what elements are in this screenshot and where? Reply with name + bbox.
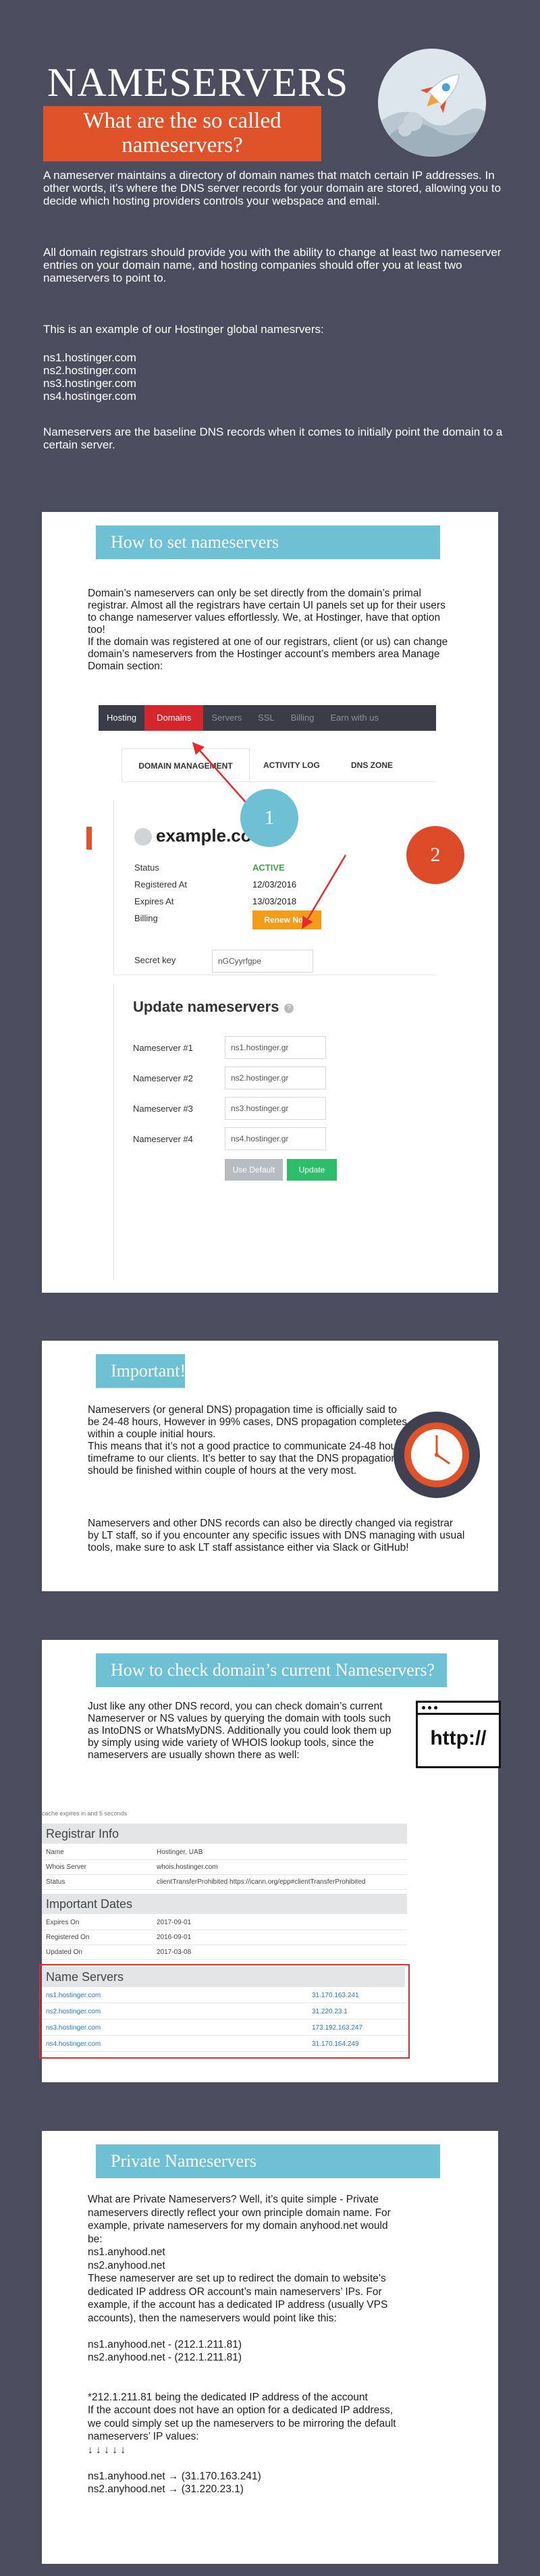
browser-url-text: http://: [430, 1727, 487, 1749]
registrar-note-paragraph: Nameservers and other DNS records can al…: [88, 1518, 465, 1553]
text-line: ns1.anyhood.net: [88, 2246, 165, 2258]
ns-item: ns4.hostinger.com: [43, 390, 136, 403]
text-line: These nameserver are set up to redirect …: [88, 2273, 386, 2284]
text-line: example, private nameservers for my doma…: [88, 2220, 388, 2232]
row-value: Hostinger, UAB: [157, 1849, 203, 1856]
row-label: Status: [46, 1878, 65, 1886]
important-dates-heading: Important Dates: [42, 1894, 407, 1914]
registrar-info-heading: Registrar Info: [42, 1824, 407, 1844]
ns-name-link[interactable]: ns4.hostinger.com: [46, 2037, 101, 2052]
whois-table: cache expires in and 5 seconds Registrar…: [39, 1810, 410, 2067]
ns-name-link[interactable]: ns2.hostinger.com: [46, 2005, 101, 2019]
text-line: *212.1.211.81 being the dedicated IP add…: [88, 2391, 368, 2403]
section-title: Private Nameservers: [96, 2144, 440, 2178]
ns-item: ns1.hostinger.com: [43, 351, 136, 364]
text-line: nameservers’ IP values:: [88, 2431, 199, 2442]
step-badge-2: 2: [406, 826, 464, 884]
text-line: [88, 2377, 479, 2391]
text-line: [88, 2325, 479, 2338]
row-label: Updated On: [46, 1949, 82, 1956]
baseline-paragraph: Nameservers are the baseline DNS records…: [43, 426, 503, 451]
text-line: [88, 2365, 479, 2378]
row-label: Expires On: [46, 1919, 80, 1926]
name-servers-heading: Name Servers: [42, 1967, 405, 1987]
registrar-paragraph: All domain registrars should provide you…: [43, 246, 502, 284]
text-line: ns2.anyhood.net → (31.220.23.1): [88, 2483, 244, 2495]
text-line: ns1.anyhood.net → (31.170.163.241): [88, 2470, 261, 2482]
rocket-icon: [378, 49, 486, 157]
browser-icon: http://: [416, 1701, 501, 1768]
set-nameservers-card: How to set nameservers Domain’s nameserv…: [42, 512, 498, 1293]
section-title: How to check domain’s current Nameserver…: [96, 1653, 447, 1687]
intro-paragraph: A nameserver maintains a directory of do…: [43, 169, 502, 207]
example-intro: This is an example of our Hostinger glob…: [43, 323, 324, 336]
row-value: 2017-09-01: [157, 1919, 192, 1926]
text-line: nameservers directly reflect your own pr…: [88, 2207, 391, 2219]
table-row: ns4.hostinger.com 31.170.164.249: [42, 2037, 407, 2052]
step-badge-1: 1: [240, 789, 298, 847]
hostinger-ns-list: ns1.hostinger.com ns2.hostinger.com ns3.…: [43, 351, 509, 403]
text-line: [88, 2456, 479, 2470]
text-line: What are Private Nameservers? Well, it’s…: [88, 2194, 379, 2205]
ns-item: ns3.hostinger.com: [43, 377, 136, 390]
row-value: 2017-03-08: [157, 1949, 192, 1956]
cache-note: cache expires in and 5 seconds: [42, 1810, 128, 1817]
row-value: clientTransferProhibited https://icann.o…: [157, 1878, 366, 1886]
important-card: Important! Nameservers (or general DNS) …: [42, 1341, 498, 1591]
text-line: If the account does not have an option f…: [88, 2404, 394, 2416]
table-row: ns2.hostinger.com 31.220.23.1: [42, 2005, 407, 2019]
ns-ip-link[interactable]: 31.220.23.1: [312, 2005, 348, 2019]
table-row: ns3.hostinger.com 173.192.163.247: [42, 2021, 407, 2036]
check-nameservers-card: How to check domain’s current Nameserver…: [39, 1640, 501, 2082]
check-paragraph: Just like any other DNS record, you can …: [88, 1701, 392, 1761]
row-value: 2016-09-01: [157, 1934, 192, 1941]
ns-ip-link[interactable]: 173.192.163.247: [312, 2021, 362, 2036]
ns-name-link[interactable]: ns1.hostinger.com: [46, 1988, 101, 2003]
text-line: ns2.anyhood.net: [88, 2259, 165, 2271]
ns-name-link[interactable]: ns3.hostinger.com: [46, 2021, 101, 2036]
table-row: Registered On 2016-09-01: [42, 1930, 407, 1945]
table-row: Expires On 2017-09-01: [42, 1915, 407, 1930]
hero-section: NAMESERVERS What are the so called names…: [0, 0, 540, 473]
ns-ip-link[interactable]: 31.170.164.249: [312, 2037, 359, 2052]
text-line: be:: [88, 2233, 103, 2245]
table-row: Whois Server whois.hostinger.com: [42, 1860, 407, 1875]
row-label: Name: [46, 1849, 64, 1856]
table-row: Name Hostinger, UAB: [42, 1845, 407, 1860]
text-line: ns2.anyhood.net - (212.1.211.81): [88, 2352, 242, 2363]
text-line: accounts), then the nameservers would po…: [88, 2312, 337, 2324]
row-label: Registered On: [46, 1934, 90, 1941]
section-title: Important!: [96, 1354, 186, 1388]
page-title: NAMESERVERS: [47, 60, 349, 105]
ns-item: ns2.hostinger.com: [43, 364, 136, 377]
table-row: ns1.hostinger.com 31.170.163.241: [42, 1988, 407, 2003]
text-line: example, if the account has a dedicated …: [88, 2299, 388, 2311]
page-subtitle: What are the so called nameservers?: [43, 106, 321, 161]
table-row: Updated On 2017-03-08: [42, 1945, 407, 1960]
text-line: ns1.anyhood.net - (212.1.211.81): [88, 2338, 242, 2350]
row-value: whois.hostinger.com: [157, 1863, 218, 1871]
text-line: we could simply set up the nameservers t…: [88, 2417, 396, 2429]
down-arrows: ↓ ↓ ↓ ↓ ↓: [88, 2444, 126, 2456]
ns-ip-link[interactable]: 31.170.163.241: [312, 1988, 359, 2003]
private-text: What are Private Nameservers? Well, it’s…: [88, 2193, 479, 2496]
clock-icon: [392, 1410, 482, 1500]
propagation-paragraph: Nameservers (or general DNS) propagation…: [88, 1404, 408, 1476]
text-line: dedicated IP address OR account’s main n…: [88, 2286, 382, 2298]
table-row: Status clientTransferProhibited https://i…: [42, 1875, 407, 1890]
row-label: Whois Server: [46, 1863, 87, 1871]
private-nameservers-card: Private Nameservers What are Private Nam…: [42, 2131, 498, 2564]
annotation-arrows: [192, 742, 347, 929]
